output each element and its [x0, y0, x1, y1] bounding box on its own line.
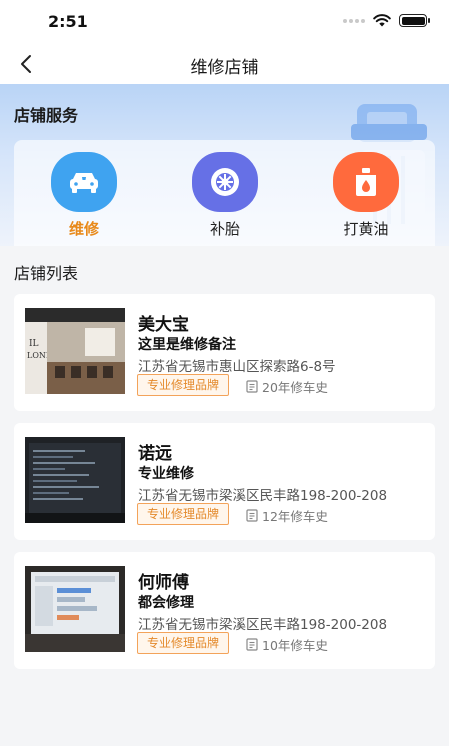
nav-bar: 维修店铺 — [0, 44, 449, 84]
service-section-title: 店铺服务 — [14, 106, 79, 125]
shop-card[interactable]: 诺远 专业维修 江苏省无锡市梁溪区民丰路198-200-208 专业修理品牌 1… — [14, 423, 435, 540]
shop-note: 都会修理 — [138, 595, 194, 611]
car-repair-icon — [51, 152, 117, 212]
svg-text:IL: IL — [29, 339, 39, 349]
shop-note: 这里是维修备注 — [138, 337, 236, 353]
repair-history-text: 12年修车史 — [262, 509, 328, 524]
shop-card[interactable]: 何师傅 都会修理 江苏省无锡市梁溪区民丰路198-200-208 专业修理品牌 … — [14, 552, 435, 669]
shop-name: 诺远 — [138, 444, 172, 464]
repair-history: 10年修车史 — [246, 635, 328, 654]
service-item-repair[interactable]: 维修 — [34, 152, 134, 239]
service-item-tire[interactable]: 补胎 — [175, 152, 275, 239]
shop-note: 专业维修 — [138, 466, 194, 482]
brand-tag: 专业修理品牌 — [137, 374, 230, 396]
wifi-icon — [373, 14, 391, 27]
repair-history-text: 10年修车史 — [262, 638, 328, 653]
shop-address: 江苏省无锡市梁溪区民丰路198-200-208 — [138, 488, 388, 504]
document-icon — [246, 638, 258, 651]
shop-address: 江苏省无锡市梁溪区民丰路198-200-208 — [138, 617, 388, 633]
shop-address: 江苏省无锡市惠山区探索路6-8号 — [138, 359, 336, 375]
shop-name: 何师傅 — [138, 573, 189, 593]
shop-card[interactable]: IL LONE 美大宝 这里是维修备注 江苏省无锡市惠山区探索路6-8号 专业修… — [14, 294, 435, 411]
shop-photo — [25, 566, 125, 652]
service-item-grease[interactable]: 打黄油 — [316, 152, 416, 239]
battery-icon — [399, 14, 430, 27]
oil-can-icon — [333, 152, 399, 212]
status-icons — [343, 14, 430, 27]
brand-tag: 专业修理品牌 — [137, 503, 230, 525]
repair-history-text: 20年修车史 — [262, 380, 328, 395]
shop-list-title: 店铺列表 — [14, 264, 79, 283]
status-bar: 2:51 — [0, 0, 449, 44]
service-item-label: 打黄油 — [343, 220, 389, 238]
tire-icon — [192, 152, 258, 212]
document-icon — [246, 380, 258, 393]
signal-icon — [343, 18, 365, 23]
repair-history: 20年修车史 — [246, 377, 328, 396]
shop-photo — [25, 437, 125, 523]
repair-history: 12年修车史 — [246, 506, 328, 525]
shop-name: 美大宝 — [138, 315, 189, 335]
service-item-label: 维修 — [68, 220, 99, 238]
service-card: 维修 补胎 打黄油 — [14, 140, 435, 246]
status-time: 2:51 — [48, 12, 88, 31]
page-title: 维修店铺 — [190, 58, 259, 78]
document-icon — [246, 509, 258, 522]
shop-photo: IL LONE — [25, 308, 125, 394]
brand-tag: 专业修理品牌 — [137, 632, 230, 654]
service-section: 店铺服务 维修 补胎 打黄油 — [0, 84, 449, 246]
service-item-label: 补胎 — [209, 220, 240, 238]
